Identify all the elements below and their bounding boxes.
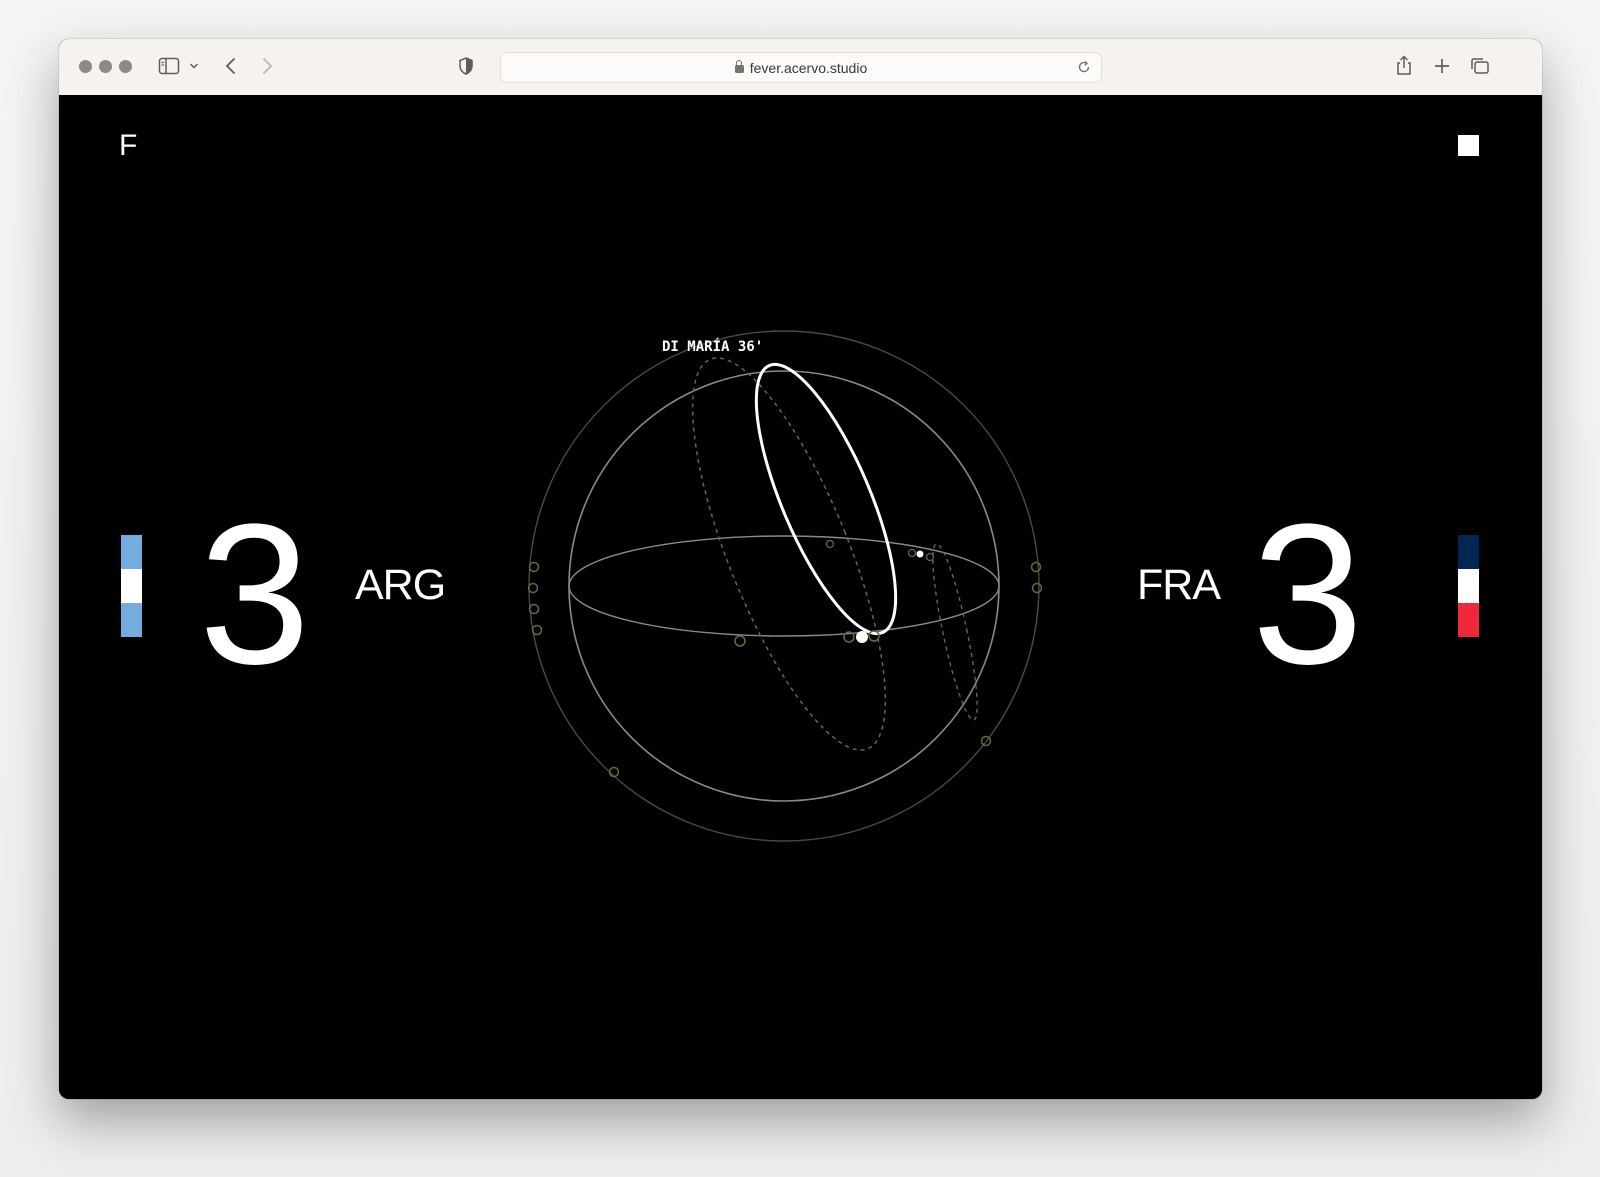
orbit-marker[interactable] [925, 552, 935, 562]
url-text-wrapper: fever.acervo.studio [501, 60, 1101, 76]
sidebar-icon[interactable] [158, 56, 180, 76]
trajectory-marker[interactable] [856, 631, 868, 643]
goal-trajectory [754, 362, 898, 636]
dashed-orbit [691, 357, 887, 751]
orbit-marker[interactable] [907, 548, 917, 558]
chevron-down-icon[interactable] [189, 62, 199, 70]
url-text: fever.acervo.studio [749, 60, 868, 76]
ring-marker[interactable] [531, 624, 543, 636]
trajectory-marker[interactable] [916, 550, 924, 558]
ring-marker[interactable] [528, 603, 540, 615]
ring-marker[interactable] [527, 582, 539, 594]
tabs-overview-icon[interactable] [1469, 56, 1491, 76]
ring-marker[interactable] [1030, 561, 1042, 573]
new-tab-icon[interactable] [1433, 57, 1451, 75]
close-window-button[interactable] [79, 60, 92, 73]
goal-globe[interactable]: DI MARÍA 36' [59, 95, 1542, 1099]
orbit-marker[interactable] [825, 539, 835, 549]
zoom-window-button[interactable] [119, 60, 132, 73]
back-icon[interactable] [224, 56, 238, 76]
equator-marker[interactable] [734, 635, 746, 647]
goal-label: DI MARÍA 36' [662, 338, 763, 355]
reload-icon[interactable] [1076, 59, 1092, 75]
ring-marker[interactable] [1031, 582, 1043, 594]
outer-ring [528, 330, 1040, 842]
page-viewport: F 3 ARG FRA 3 DI MARÍA 36' [59, 95, 1542, 1099]
shield-icon[interactable] [458, 56, 474, 76]
lock-icon [734, 60, 744, 73]
ring-marker[interactable] [528, 561, 540, 573]
minimize-window-button[interactable] [99, 60, 112, 73]
browser-window: fever.acervo.studio F 3 ARG FRA 3 DI MAR… [59, 39, 1542, 1099]
address-bar[interactable]: fever.acervo.studio [500, 52, 1102, 83]
browser-toolbar: fever.acervo.studio [59, 39, 1542, 96]
dashed-orbit-small [932, 543, 978, 721]
forward-icon[interactable] [260, 56, 274, 76]
share-icon[interactable] [1394, 54, 1414, 78]
